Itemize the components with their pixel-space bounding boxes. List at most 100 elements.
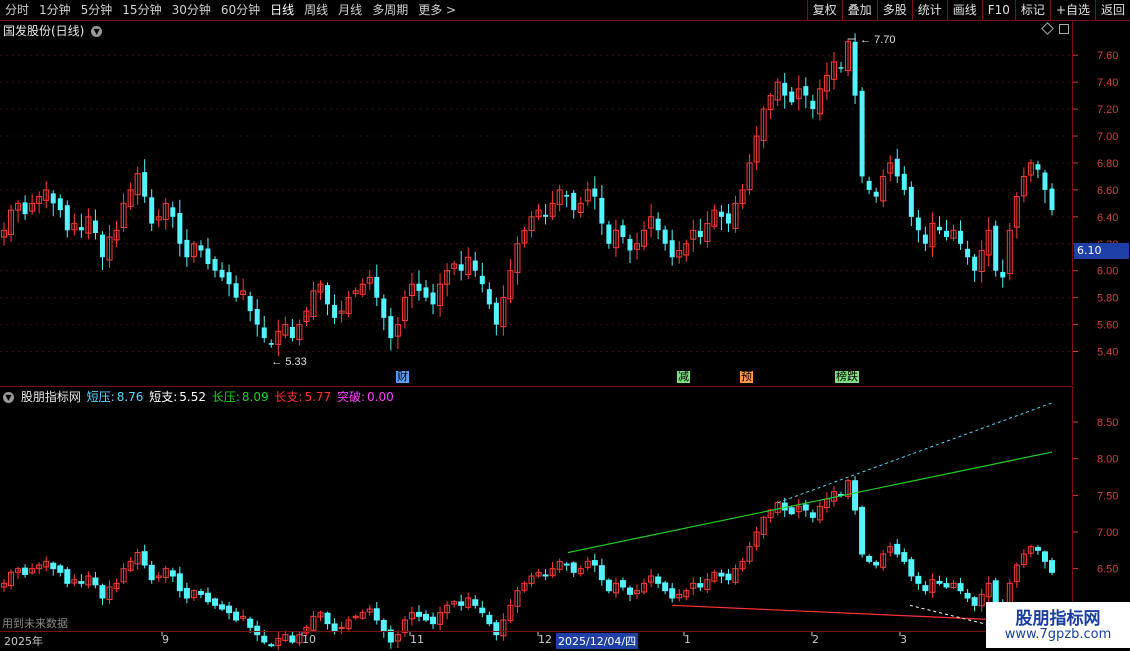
ind-candle-body bbox=[957, 583, 964, 592]
price-axis-label: 6.80 bbox=[1097, 158, 1118, 170]
ind-candle-body bbox=[901, 552, 908, 562]
candle-body bbox=[388, 316, 394, 339]
candle-body bbox=[627, 238, 633, 251]
event-marker[interactable]: 财 bbox=[396, 371, 409, 383]
ind-candle-body bbox=[626, 587, 633, 595]
candle-body bbox=[458, 264, 464, 271]
candle-body bbox=[1035, 164, 1041, 170]
candle-body bbox=[57, 198, 63, 211]
candle-body bbox=[261, 327, 267, 339]
candle-body bbox=[99, 234, 105, 258]
candle-body bbox=[226, 272, 232, 285]
ind-candle-body bbox=[859, 506, 866, 555]
high-marker-label: ← 7.70 bbox=[860, 34, 895, 46]
event-marker[interactable]: 预 bbox=[740, 371, 753, 383]
ind-candle-body bbox=[563, 563, 570, 566]
short-resistance-line bbox=[777, 402, 1053, 504]
ind-candle-body bbox=[247, 618, 254, 628]
candle-body bbox=[922, 234, 928, 244]
ind-candle-body bbox=[1034, 546, 1041, 551]
candle-body bbox=[543, 214, 549, 217]
ind-candle-body bbox=[866, 555, 873, 562]
candle-body bbox=[852, 41, 858, 96]
ind-axis-label: 8.00 bbox=[1097, 454, 1118, 466]
candle-body bbox=[472, 260, 478, 271]
ind-candle-body bbox=[50, 562, 57, 570]
candle-body bbox=[838, 67, 844, 69]
ind-candle-body bbox=[922, 585, 929, 592]
candle-body bbox=[1000, 271, 1006, 278]
ind-axis-label: 7.50 bbox=[1097, 490, 1118, 502]
candle-body bbox=[289, 326, 295, 339]
low-marker-label: ← 5.33 bbox=[271, 356, 306, 368]
ind-candle-body bbox=[64, 569, 71, 584]
price-axis-label: 5.80 bbox=[1097, 293, 1118, 305]
ind-candle-body bbox=[176, 573, 183, 592]
ind-candle-body bbox=[141, 551, 148, 566]
price-axis-label: 5.60 bbox=[1097, 320, 1118, 332]
chart-canvas[interactable]: 7.607.407.207.006.806.606.406.206.005.80… bbox=[0, 0, 1130, 650]
candle-body bbox=[866, 180, 872, 190]
candle-body bbox=[894, 158, 900, 177]
candle-body bbox=[219, 269, 225, 278]
ind-candle-body bbox=[542, 574, 549, 577]
time-axis-label: 2 bbox=[812, 633, 819, 646]
candle-body bbox=[416, 283, 422, 291]
ind-candle-body bbox=[486, 614, 493, 625]
price-axis-label: 7.40 bbox=[1097, 77, 1118, 89]
ind-candle-body bbox=[415, 611, 422, 617]
ind-candle-body bbox=[873, 561, 880, 566]
ind-candle-body bbox=[458, 601, 465, 606]
time-axis-label: 10 bbox=[302, 633, 316, 646]
event-marker[interactable]: 榜跌 bbox=[835, 371, 859, 383]
ind-candle-body bbox=[78, 581, 85, 584]
time-axis-label: 9 bbox=[162, 633, 169, 646]
watermark-title: 股朋指标网 bbox=[1015, 609, 1101, 629]
ind-candle-body bbox=[943, 583, 950, 588]
ind-axis-label: 7.00 bbox=[1097, 527, 1118, 539]
ind-candle-body bbox=[99, 585, 106, 599]
ind-candle-body bbox=[781, 502, 788, 511]
ind-candle-body bbox=[430, 616, 437, 625]
candle-body bbox=[972, 256, 978, 271]
event-marker[interactable]: 减 bbox=[677, 371, 690, 383]
candle-body bbox=[325, 285, 331, 305]
ind-candle-body bbox=[662, 582, 669, 592]
candle-body bbox=[901, 173, 907, 190]
ind-candle-body bbox=[802, 504, 809, 511]
candle-body bbox=[782, 82, 788, 96]
candle-body bbox=[789, 91, 795, 103]
ind-candle-body bbox=[1049, 560, 1055, 573]
candle-body bbox=[170, 207, 176, 217]
ind-candle-body bbox=[183, 588, 190, 599]
candle-body bbox=[486, 289, 492, 305]
candle-body bbox=[92, 220, 98, 233]
ind-candle-body bbox=[423, 613, 430, 621]
price-axis-label: 6.60 bbox=[1097, 185, 1118, 197]
candle-body bbox=[873, 191, 879, 197]
candle-body bbox=[803, 86, 809, 96]
ind-candle-body bbox=[619, 580, 626, 588]
ind-candle-body bbox=[570, 562, 577, 573]
ind-candle-body bbox=[380, 619, 387, 632]
candle-body bbox=[381, 298, 387, 318]
ind-candle-body bbox=[22, 567, 29, 576]
ind-candle-body bbox=[971, 597, 978, 606]
ind-candle-body bbox=[148, 564, 155, 581]
price-axis-label: 7.20 bbox=[1097, 104, 1118, 116]
site-watermark: 股朋指标网 www.7gpzb.com bbox=[986, 602, 1130, 648]
candle-body bbox=[958, 230, 964, 244]
ind-candle-body bbox=[936, 580, 943, 584]
candle-body bbox=[725, 213, 731, 224]
price-axis-label: 7.00 bbox=[1097, 131, 1118, 143]
ind-axis-label: 6.50 bbox=[1097, 564, 1118, 576]
ind-candle-body bbox=[788, 507, 795, 515]
candle-body bbox=[149, 197, 155, 224]
candle-body bbox=[254, 308, 260, 325]
ind-candle-body bbox=[226, 605, 233, 614]
time-axis: 2025年 9 10 11 12 2025/12/04/四 1 2 3 bbox=[0, 631, 1130, 651]
candle-body bbox=[943, 230, 949, 238]
ind-candle-body bbox=[591, 560, 598, 566]
time-axis-label: 2025年 bbox=[4, 635, 43, 648]
candle-body bbox=[374, 277, 380, 298]
